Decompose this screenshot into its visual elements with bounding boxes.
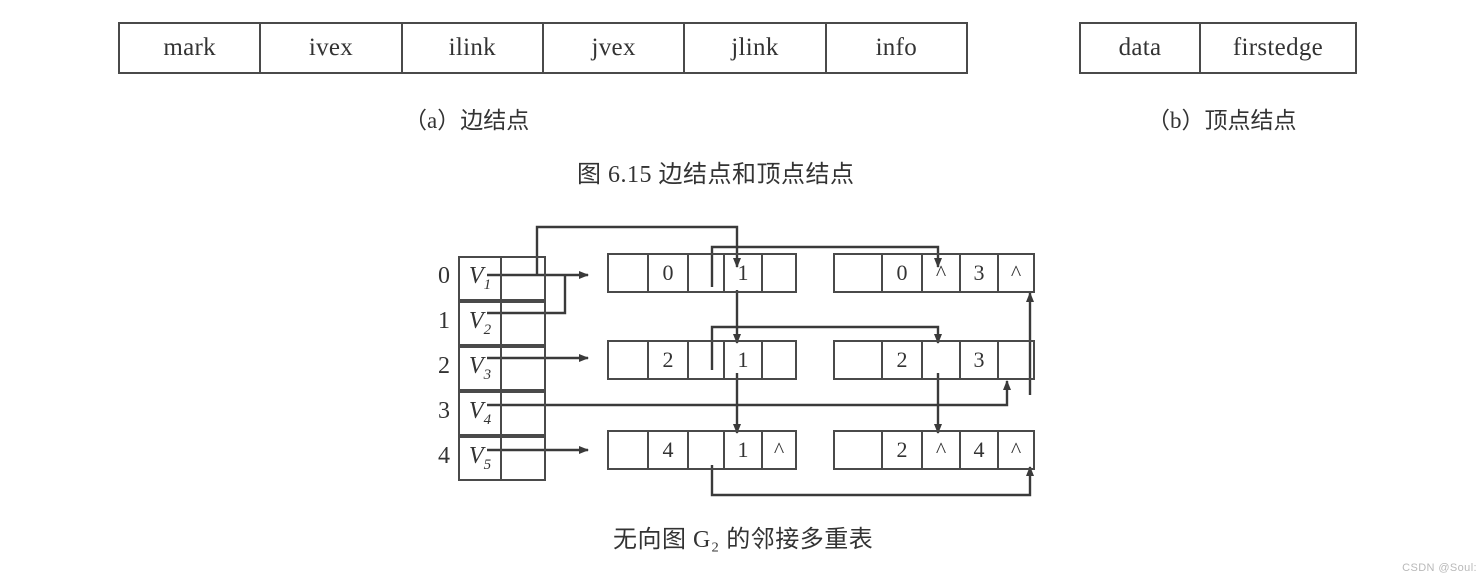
edge-cell-mark <box>835 432 883 468</box>
vertex-label-0: V1 <box>468 263 492 293</box>
vertex-data-cell-3: V4 <box>458 391 502 436</box>
edge-node-cell-info: info <box>875 34 918 61</box>
vertex-data-cell-4: V5 <box>458 436 502 481</box>
edge-node-row0-node1: 0 ^ 3 ^ <box>833 253 1035 293</box>
adjacency-multilist-diagram: 0 V1 1 V2 2 V3 3 V4 4 V5 0 1 0 ^ 3 ^ 2 1… <box>0 215 1481 515</box>
caption-vertex-node: （b）顶点结点 <box>1147 108 1297 133</box>
edge-cell-jlink: ^ <box>773 437 785 462</box>
vertex-index-1: 1 <box>438 307 450 334</box>
edge-cell-ilink: ^ <box>923 255 961 291</box>
edge-cell-mark <box>609 342 649 378</box>
vertex-index-3: 3 <box>438 397 450 424</box>
vertex-label-2: V3 <box>468 353 492 383</box>
edge-cell-mark <box>609 255 649 291</box>
edge-node-row0-node0: 0 1 <box>607 253 797 293</box>
edge-node-cell-ivex: ivex <box>261 24 403 72</box>
vertex-index-0: 0 <box>438 262 450 289</box>
vertex-firstedge-cell-2 <box>500 346 546 391</box>
figure-caption: 图 6.15 边结点和顶点结点 <box>577 162 855 188</box>
edge-cell-ilink: ^ <box>923 432 961 468</box>
edge-cell-jvex: 1 <box>725 342 763 378</box>
edge-cell-ivex: 2 <box>883 432 923 468</box>
edge-node-row2-node1: 2 ^ 4 ^ <box>833 430 1035 470</box>
vertex-index-4: 4 <box>438 442 450 469</box>
figure-page: mark ivex ilink jvex jlink info data fir… <box>0 0 1481 579</box>
edge-cell-jvex: 3 <box>961 255 999 291</box>
csdn-watermark: CSDN @Soul: <box>1402 562 1477 574</box>
edge-cell-jlink <box>763 342 795 378</box>
edge-cell-ilink <box>923 342 961 378</box>
vertex-index-2: 2 <box>438 352 450 379</box>
edge-cell-ivex: 0 <box>649 255 689 291</box>
vertex-firstedge-cell-4 <box>500 436 546 481</box>
edge-cell-ivex: 2 <box>883 342 923 378</box>
vertex-label-4: V5 <box>468 443 492 473</box>
vertex-label-1: V2 <box>468 308 492 338</box>
edge-cell-mark <box>835 255 883 291</box>
edge-node-format-table: mark ivex ilink jvex jlink info <box>118 22 968 74</box>
edge-cell-mark <box>835 342 883 378</box>
vertex-label-3: V4 <box>468 398 492 428</box>
edge-node-cell-ilink: ilink <box>403 24 544 72</box>
edge-cell-jlink <box>999 342 1033 378</box>
edge-cell-ilink <box>689 432 725 468</box>
vertex-firstedge-cell-0 <box>500 256 546 301</box>
edge-cell-jlink: ^ <box>1010 260 1022 285</box>
edge-cell-jvex: 3 <box>961 342 999 378</box>
edge-cell-ilink <box>689 255 725 291</box>
edge-cell-ivex: 2 <box>649 342 689 378</box>
edge-node-row2-node0: 4 1 ^ <box>607 430 797 470</box>
edge-node-cell-jlink: jlink <box>685 24 827 72</box>
edge-cell-jlink <box>763 255 795 291</box>
vertex-data-cell-0: V1 <box>458 256 502 301</box>
vertex-node-format-table: data firstedge <box>1079 22 1357 74</box>
edge-cell-ilink <box>689 342 725 378</box>
vertex-firstedge-cell-1 <box>500 301 546 346</box>
edge-cell-jvex: 1 <box>725 255 763 291</box>
edge-node-row1-node0: 2 1 <box>607 340 797 380</box>
diagram-caption: 无向图 G₂ 的邻接多重表 <box>613 527 874 553</box>
edge-cell-jlink: ^ <box>1010 437 1022 462</box>
edge-cell-jvex: 1 <box>725 432 763 468</box>
link-v3-to-row1-node2 <box>487 380 1011 407</box>
edge-cell-ivex: 4 <box>649 432 689 468</box>
caption-edge-node: （a）边结点 <box>404 108 530 133</box>
vertex-node-cell-data: data <box>1081 24 1201 72</box>
vertex-data-cell-2: V3 <box>458 346 502 391</box>
vertex-data-cell-1: V2 <box>458 301 502 346</box>
edge-cell-mark <box>609 432 649 468</box>
vertex-node-cell-firstedge: firstedge <box>1232 34 1324 61</box>
edge-cell-jvex: 4 <box>961 432 999 468</box>
edge-node-cell-mark: mark <box>120 24 262 72</box>
edge-cell-ivex: 0 <box>883 255 923 291</box>
vertex-firstedge-cell-3 <box>500 391 546 436</box>
edge-node-cell-jvex: jvex <box>544 24 686 72</box>
edge-node-row1-node1: 2 3 <box>833 340 1035 380</box>
